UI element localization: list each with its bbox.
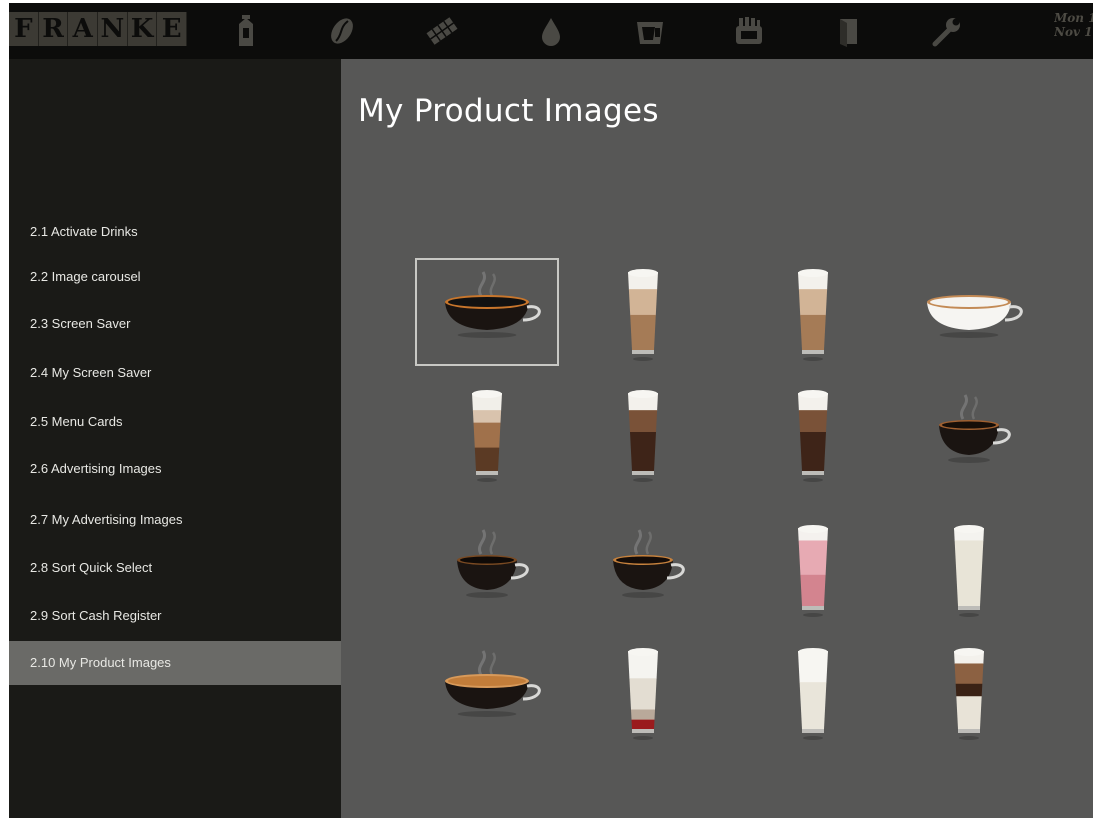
sidebar-menu: 2.1 Activate Drinks 2.2 Image carousel 2… (9, 59, 341, 818)
product-image-tile[interactable] (741, 514, 885, 622)
sidebar-item-menu-cards[interactable]: 2.5 Menu Cards (9, 400, 341, 444)
product-image-tile[interactable] (571, 258, 715, 366)
sidebar-item-sort-quick-select[interactable]: 2.8 Sort Quick Select (9, 546, 341, 590)
coffee-glass-icon (798, 390, 828, 482)
coffee-cup-icon (445, 650, 541, 717)
product-image-tile-selected[interactable] (415, 258, 559, 366)
sidebar-item-my-product-images[interactable]: 2.10 My Product Images (9, 641, 341, 685)
product-image-tile[interactable] (897, 514, 1041, 622)
coffee-cup-icon (445, 271, 541, 338)
date-time-display: Mon 1 Nov 1 (1054, 11, 1093, 39)
book-icon[interactable] (829, 13, 867, 49)
cup-stack-icon[interactable] (631, 13, 669, 49)
top-bar: F R A N K E Mon 1 Nov 1 (9, 3, 1093, 59)
product-image-tile[interactable] (415, 637, 559, 745)
app-window: F R A N K E Mon 1 Nov 1 2.1 Activate Dri… (9, 3, 1093, 818)
product-image-tile[interactable] (741, 258, 885, 366)
sidebar-item-advertising-images[interactable]: 2.6 Advertising Images (9, 447, 341, 491)
cash-register-icon[interactable] (730, 13, 768, 49)
chocolate-bar-icon[interactable] (423, 13, 461, 49)
product-image-tile[interactable] (897, 637, 1041, 745)
wrench-icon[interactable] (928, 13, 966, 49)
product-image-tile[interactable] (571, 379, 715, 487)
coffee-glass-icon (472, 390, 502, 482)
main-panel: My Product Images (341, 59, 1093, 818)
milk-carton-icon[interactable] (227, 13, 265, 49)
coffee-glass-icon (798, 269, 828, 361)
logo-letter: R (38, 12, 69, 46)
logo-letter: F (9, 12, 39, 46)
franke-logo: F R A N K E (9, 12, 188, 46)
sidebar-item-sort-cash-register[interactable]: 2.9 Sort Cash Register (9, 594, 341, 638)
coffee-cup-icon (613, 529, 685, 598)
product-image-tile[interactable] (741, 379, 885, 487)
product-image-tile[interactable] (897, 258, 1041, 366)
coffee-glass-icon (954, 525, 984, 617)
logo-letter: N (98, 12, 128, 46)
coffee-cup-icon (939, 394, 1011, 463)
sidebar-item-image-carousel[interactable]: 2.2 Image carousel (9, 255, 341, 299)
product-image-tile[interactable] (897, 379, 1041, 487)
product-image-tile[interactable] (571, 637, 715, 745)
date-line-1: Mon 1 (1054, 11, 1093, 25)
sidebar-item-my-advertising-images[interactable]: 2.7 My Advertising Images (9, 498, 341, 542)
water-drop-icon[interactable] (532, 13, 570, 49)
logo-letter: A (68, 12, 99, 46)
coffee-glass-icon (628, 390, 658, 482)
sidebar-item-screen-saver[interactable]: 2.3 Screen Saver (9, 302, 341, 346)
coffee-cup-icon (927, 295, 1023, 338)
coffee-glass-icon (798, 525, 828, 617)
logo-letter: E (157, 12, 188, 46)
coffee-glass-icon (798, 648, 828, 740)
coffee-cup-icon (457, 529, 529, 598)
product-image-tile[interactable] (741, 637, 885, 745)
coffee-glass-icon (954, 648, 984, 740)
coffee-glass-icon (628, 269, 658, 361)
page-title: My Product Images (358, 93, 659, 129)
coffee-glass-icon (628, 648, 658, 740)
product-image-tile[interactable] (415, 514, 559, 622)
product-image-tile[interactable] (415, 379, 559, 487)
date-line-2: Nov 1 (1054, 25, 1093, 39)
sidebar-item-my-screen-saver[interactable]: 2.4 My Screen Saver (9, 351, 341, 395)
coffee-bean-icon[interactable] (323, 13, 361, 49)
logo-letter: K (127, 12, 158, 46)
sidebar-item-activate-drinks[interactable]: 2.1 Activate Drinks (9, 210, 341, 254)
product-image-tile[interactable] (571, 514, 715, 622)
